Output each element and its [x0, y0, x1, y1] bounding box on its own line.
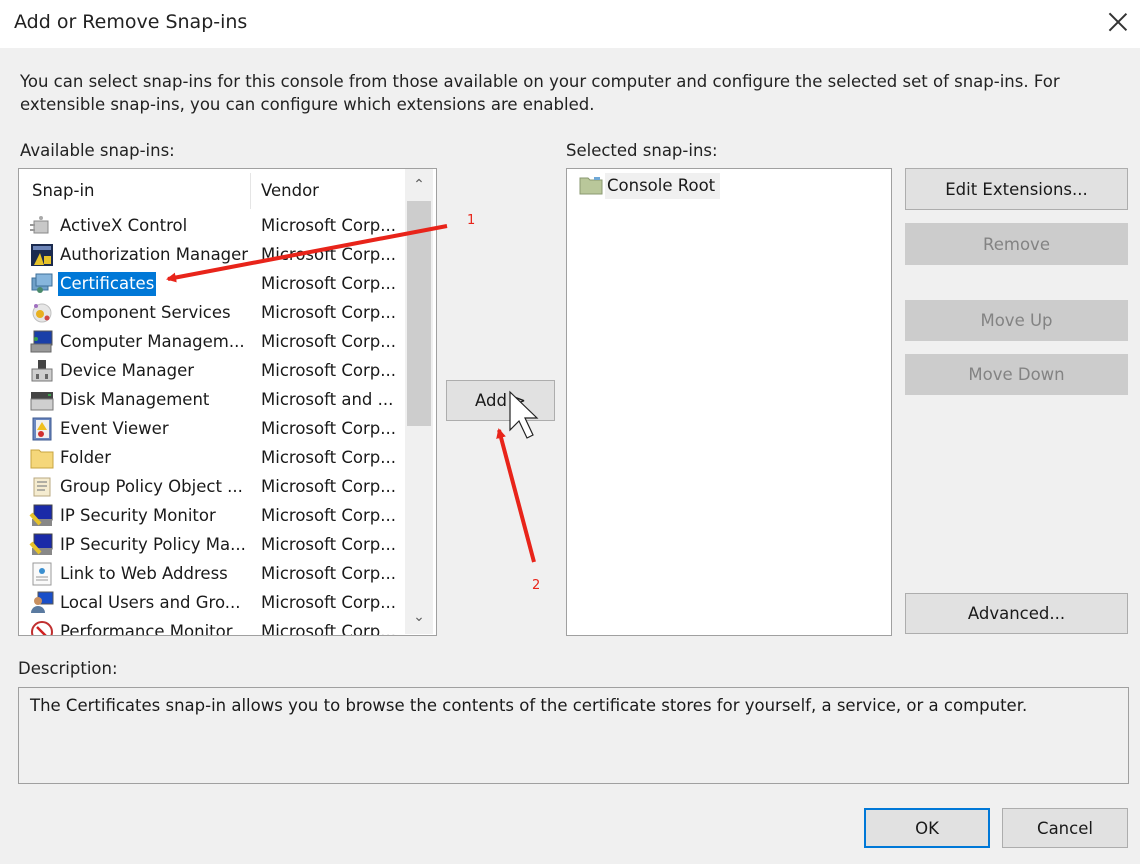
snapin-name: Computer Managem...	[60, 332, 245, 351]
snapin-name: Group Policy Object ...	[60, 477, 243, 496]
snapin-vendor: Microsoft Corp...	[261, 419, 396, 438]
list-item[interactable]: ActiveX Control Microsoft Corp...	[19, 211, 404, 240]
snapin-name: Certificates	[58, 272, 157, 296]
list-item[interactable]: Group Policy Object ... Microsoft Corp...	[19, 472, 404, 501]
list-item[interactable]: Computer Managem... Microsoft Corp...	[19, 327, 404, 356]
close-icon[interactable]	[1104, 8, 1132, 36]
list-item[interactable]: Local Users and Gro... Microsoft Corp...	[19, 588, 404, 617]
authorization-manager-icon	[31, 244, 53, 266]
activex-control-icon	[30, 216, 49, 234]
list-header: Snap-in Vendor	[19, 169, 405, 211]
column-header-vendor[interactable]: Vendor	[261, 181, 319, 200]
web-link-icon	[32, 562, 52, 586]
list-item[interactable]: Link to Web Address Microsoft Corp...	[19, 559, 404, 588]
list-item[interactable]: IP Security Monitor Microsoft Corp...	[19, 501, 404, 530]
title-bar: Add or Remove Snap-ins	[0, 0, 1140, 48]
local-users-icon	[31, 591, 54, 613]
move-up-button[interactable]: Move Up	[905, 300, 1128, 341]
description-box: The Certificates snap-in allows you to b…	[18, 687, 1129, 784]
scrollbar-thumb[interactable]	[407, 201, 431, 426]
snapin-vendor: Microsoft Corp...	[261, 303, 396, 322]
ip-security-monitor-icon	[29, 504, 53, 526]
performance-monitor-icon	[31, 621, 53, 635]
advanced-button[interactable]: Advanced...	[905, 593, 1128, 634]
snapin-name: Folder	[60, 448, 111, 467]
list-item[interactable]: Component Services Microsoft Corp...	[19, 298, 404, 327]
move-down-button[interactable]: Move Down	[905, 354, 1128, 395]
cancel-button[interactable]: Cancel	[1002, 808, 1128, 848]
vertical-scrollbar[interactable]: ⌃ ⌄	[405, 169, 433, 634]
event-viewer-icon	[32, 417, 52, 441]
snapin-name: Event Viewer	[60, 419, 169, 438]
snapin-vendor: Microsoft Corp...	[261, 535, 396, 554]
snapin-name: IP Security Policy Ma...	[60, 535, 246, 554]
snapin-vendor: Microsoft Corp...	[261, 477, 396, 496]
annotation-label-1: 1	[467, 213, 476, 228]
list-item[interactable]: Disk Management Microsoft and ...	[19, 385, 404, 414]
annotation-label-2: 2	[532, 578, 541, 593]
tree-item-label: Console Root	[605, 173, 721, 199]
list-item[interactable]: Authorization Manager Microsoft Corp...	[19, 240, 404, 269]
snapin-name: IP Security Monitor	[60, 506, 216, 525]
selected-snapins-list[interactable]: Console Root	[566, 168, 892, 636]
snapin-vendor: Microsoft Corp...	[261, 564, 396, 583]
list-item[interactable]: Certificates Microsoft Corp...	[19, 269, 404, 298]
column-header-snapin[interactable]: Snap-in	[32, 181, 95, 200]
list-item[interactable]: Device Manager Microsoft Corp...	[19, 356, 404, 385]
folder-icon	[30, 449, 54, 469]
annotation-arrow-2	[496, 428, 536, 563]
snapin-name: Authorization Manager	[60, 245, 249, 264]
scroll-down-icon[interactable]: ⌄	[405, 603, 433, 631]
ok-button[interactable]: OK	[864, 808, 990, 848]
snapin-vendor: Microsoft Corp...	[261, 593, 396, 612]
snapin-name: Local Users and Gro...	[60, 593, 241, 612]
certificates-icon	[31, 273, 53, 293]
list-item[interactable]: Event Viewer Microsoft Corp...	[19, 414, 404, 443]
ip-security-policy-icon	[29, 533, 53, 555]
group-policy-icon	[33, 477, 51, 497]
column-separator[interactable]	[250, 173, 251, 209]
snapin-name: Device Manager	[60, 361, 194, 380]
snapin-vendor: Microsoft Corp...	[261, 274, 396, 293]
snapin-vendor: Microsoft Corp...	[261, 216, 396, 235]
device-manager-icon	[31, 360, 53, 382]
snapin-name: Disk Management	[60, 390, 210, 409]
disk-management-icon	[30, 392, 54, 411]
description-label: Description:	[18, 659, 118, 678]
snapin-name: ActiveX Control	[60, 216, 188, 235]
snapin-vendor: Microsoft Corp...	[261, 245, 396, 264]
description-text: The Certificates snap-in allows you to b…	[30, 696, 1028, 715]
snapin-vendor: Microsoft Corp...	[261, 361, 396, 380]
edit-extensions-button[interactable]: Edit Extensions...	[905, 168, 1128, 210]
list-item[interactable]: IP Security Policy Ma... Microsoft Corp..…	[19, 530, 404, 559]
snapin-vendor: Microsoft Corp...	[261, 332, 396, 351]
snapin-vendor: Microsoft Corp...	[261, 448, 396, 467]
window-title: Add or Remove Snap-ins	[14, 11, 248, 33]
scroll-up-icon[interactable]: ⌃	[405, 171, 433, 199]
snapin-name: Performance Monitor	[60, 622, 233, 636]
console-root-folder-icon	[579, 177, 603, 195]
snapin-vendor: Microsoft and ...	[261, 390, 394, 409]
snapin-name: Component Services	[60, 303, 231, 322]
add-button[interactable]: Add >	[446, 380, 555, 421]
available-snapins-label: Available snap-ins:	[20, 141, 175, 160]
remove-button[interactable]: Remove	[905, 223, 1128, 265]
available-snapins-list[interactable]: Snap-in Vendor ActiveX Control Microsoft …	[18, 168, 437, 636]
snapin-vendor: Microsoft Corp...	[261, 622, 396, 636]
component-services-icon	[32, 303, 52, 323]
selected-snapins-label: Selected snap-ins:	[566, 141, 718, 160]
computer-management-icon	[30, 330, 53, 353]
snapin-vendor: Microsoft Corp...	[261, 506, 396, 525]
snapin-name: Link to Web Address	[60, 564, 228, 583]
list-item[interactable]: Performance Monitor Microsoft Corp...	[19, 617, 404, 636]
list-item[interactable]: Folder Microsoft Corp...	[19, 443, 404, 472]
intro-text: You can select snap-ins for this console…	[20, 72, 1060, 114]
